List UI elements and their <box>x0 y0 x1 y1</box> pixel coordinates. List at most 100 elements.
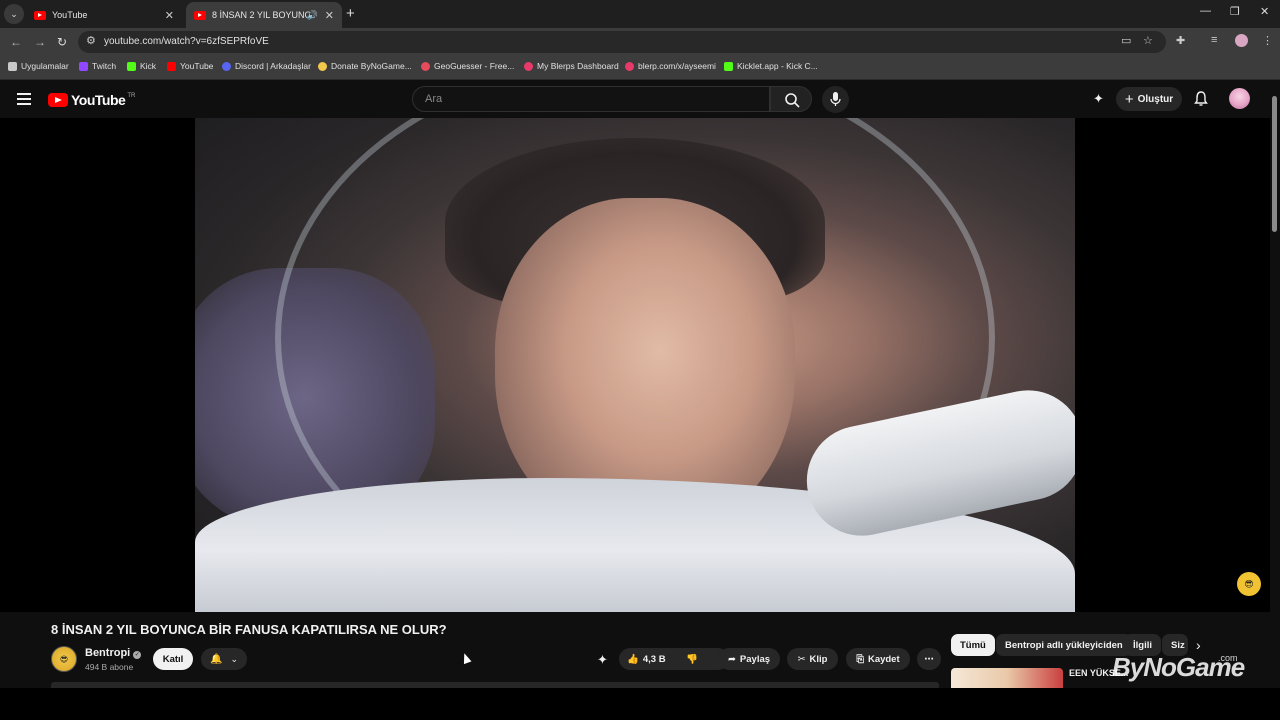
bookmark-label: blerp.com/x/ayseemi <box>638 61 716 71</box>
bookmark-icon: ⎘ <box>856 653 864 665</box>
subscriber-count: 494 B abone <box>85 662 134 672</box>
bookmark-label: Kicklet.app - Kick C... <box>737 61 818 71</box>
search-icon <box>785 93 800 108</box>
close-tab-icon[interactable]: ✕ <box>165 9 174 22</box>
bookmark-youtube[interactable]: YouTube <box>167 61 213 71</box>
close-tab-icon[interactable]: ✕ <box>325 9 334 22</box>
video-frame[interactable] <box>195 118 1075 612</box>
browser-menu-icon[interactable]: ⋮ <box>1262 34 1273 47</box>
url-text[interactable]: youtube.com/watch?v=6zfSEPRfoVE <box>104 36 269 47</box>
recommendation-thumbnail[interactable] <box>951 668 1063 688</box>
search-input[interactable] <box>413 87 769 111</box>
menu-icon[interactable] <box>17 93 31 105</box>
search-button[interactable] <box>770 86 812 112</box>
like-dislike-group: 👍 4,3 B 👎 <box>619 648 729 670</box>
logo-text: YouTube <box>71 92 126 108</box>
tab-title: YouTube <box>52 10 88 20</box>
bookmark-label: YouTube <box>180 61 214 71</box>
youtube-favicon-icon <box>194 10 206 20</box>
blerp-icon <box>524 61 533 71</box>
install-app-icon[interactable]: ▭ <box>1121 34 1131 47</box>
like-count[interactable]: 4,3 B <box>643 654 666 665</box>
bynogame-icon <box>318 61 327 71</box>
bookmark-label: Donate ByNoGame... <box>331 61 412 71</box>
bookmark-kick[interactable]: Kick <box>127 61 156 71</box>
apps-grid-icon <box>8 61 17 71</box>
bookmark-label: My Blerps Dashboard <box>537 61 619 71</box>
bookmark-label: GeoGuesser - Free... <box>434 61 515 71</box>
region-code: TR <box>127 93 136 99</box>
bottom-black-bar <box>0 688 1280 720</box>
bookmark-bynogame[interactable]: Donate ByNoGame... <box>318 61 412 71</box>
browser-tab-youtube[interactable]: YouTube ✕ <box>26 2 182 28</box>
youtube-logo[interactable]: YouTube TR <box>48 92 135 108</box>
channel-name[interactable]: Bentropi ✓ <box>85 647 142 659</box>
channel-avatar[interactable]: 😎 <box>51 646 77 672</box>
restore-icon[interactable]: ❐ <box>1230 5 1240 18</box>
forward-icon[interactable]: → <box>34 35 46 49</box>
floating-emoji-avatar: 😎 <box>1237 572 1261 596</box>
subscription-bell-button[interactable]: 🔔 ⌄ <box>201 648 247 670</box>
channel-name-text: Bentropi <box>85 647 131 659</box>
microphone-icon <box>830 92 841 106</box>
bookmark-label: Kick <box>140 61 157 71</box>
kicklet-icon <box>724 61 733 71</box>
bookmark-geoguesser[interactable]: GeoGuesser - Free... <box>421 61 514 71</box>
scissors-icon: ✂ <box>797 653 806 665</box>
profile-avatar-icon[interactable] <box>1235 34 1248 47</box>
save-button[interactable]: ⎘ Kaydet <box>846 648 910 670</box>
site-info-icon[interactable]: ⚙ <box>86 34 96 47</box>
join-button[interactable]: Katıl <box>153 648 193 670</box>
verified-icon: ✓ <box>133 651 142 659</box>
close-window-icon[interactable]: ✕ <box>1260 5 1269 18</box>
like-icon[interactable]: 👍 <box>627 654 639 665</box>
scrollbar-thumb[interactable] <box>1272 96 1277 232</box>
bookmark-blerp-user[interactable]: blerp.com/x/ayseemi <box>625 61 716 71</box>
sparkle-gift-icon[interactable]: ✦ <box>1093 91 1104 107</box>
voice-search-button[interactable] <box>822 86 849 113</box>
account-avatar[interactable] <box>1229 88 1250 109</box>
mouse-cursor-icon <box>460 651 472 665</box>
tab-search-button[interactable]: ⌄ <box>4 4 24 24</box>
chip-all[interactable]: Tümü <box>951 634 995 656</box>
video-title: 8 İNSAN 2 YIL BOYUNCA BİR FANUSA KAPATIL… <box>51 622 447 637</box>
bookmark-label: Uygulamalar <box>21 61 69 71</box>
share-icon: ➦ <box>727 653 736 665</box>
youtube-favicon-icon <box>34 10 46 20</box>
discord-icon <box>222 61 231 71</box>
browser-tab-video[interactable]: 8 İNSAN 2 YIL BOYUNCA Bİ 🔊 ✕ <box>186 2 342 28</box>
audio-playing-icon[interactable]: 🔊 <box>307 10 318 21</box>
bell-icon: 🔔 <box>210 653 223 665</box>
share-label: Paylaş <box>739 653 771 665</box>
save-label: Kaydet <box>867 653 900 665</box>
bookmark-twitch[interactable]: Twitch <box>79 61 116 71</box>
share-button[interactable]: ➦ Paylaş <box>718 648 780 670</box>
watermark-domain: .com <box>1218 653 1238 663</box>
extensions-icon[interactable]: ✚ <box>1176 34 1185 47</box>
minimize-icon[interactable]: — <box>1200 5 1211 17</box>
dislike-icon[interactable]: 👎 <box>686 654 698 665</box>
search-box <box>412 86 770 112</box>
back-icon[interactable]: ← <box>10 35 22 49</box>
bookmark-blerps[interactable]: My Blerps Dashboard <box>524 61 619 71</box>
plus-icon: + <box>1124 90 1134 108</box>
reading-list-icon[interactable]: ≡ <box>1211 34 1217 46</box>
new-tab-button[interactable]: + <box>346 5 355 22</box>
chevron-down-icon: ⌄ <box>230 653 238 664</box>
bookmark-apps[interactable]: Uygulamalar <box>8 61 69 71</box>
notifications-bell-icon[interactable] <box>1193 90 1209 110</box>
ask-sparkle-icon[interactable]: ✦ <box>597 652 608 668</box>
geoguesser-icon <box>421 61 430 71</box>
reload-icon[interactable]: ↻ <box>57 35 67 49</box>
tab-title: 8 İNSAN 2 YIL BOYUNCA Bİ <box>212 10 312 20</box>
more-actions-button[interactable]: ⋯ <box>917 648 941 670</box>
more-horizontal-icon: ⋯ <box>924 653 934 665</box>
create-button[interactable]: + Oluştur <box>1116 87 1182 111</box>
youtube-play-icon <box>48 93 68 107</box>
chevron-right-icon[interactable]: › <box>1196 637 1201 653</box>
bookmark-label: Twitch <box>92 61 117 71</box>
bookmark-discord[interactable]: Discord | Arkadaşlar <box>222 61 311 71</box>
clip-button[interactable]: ✂ Klip <box>787 648 838 670</box>
bookmark-star-icon[interactable]: ☆ <box>1143 34 1153 47</box>
bookmark-kicklet[interactable]: Kicklet.app - Kick C... <box>724 61 818 71</box>
